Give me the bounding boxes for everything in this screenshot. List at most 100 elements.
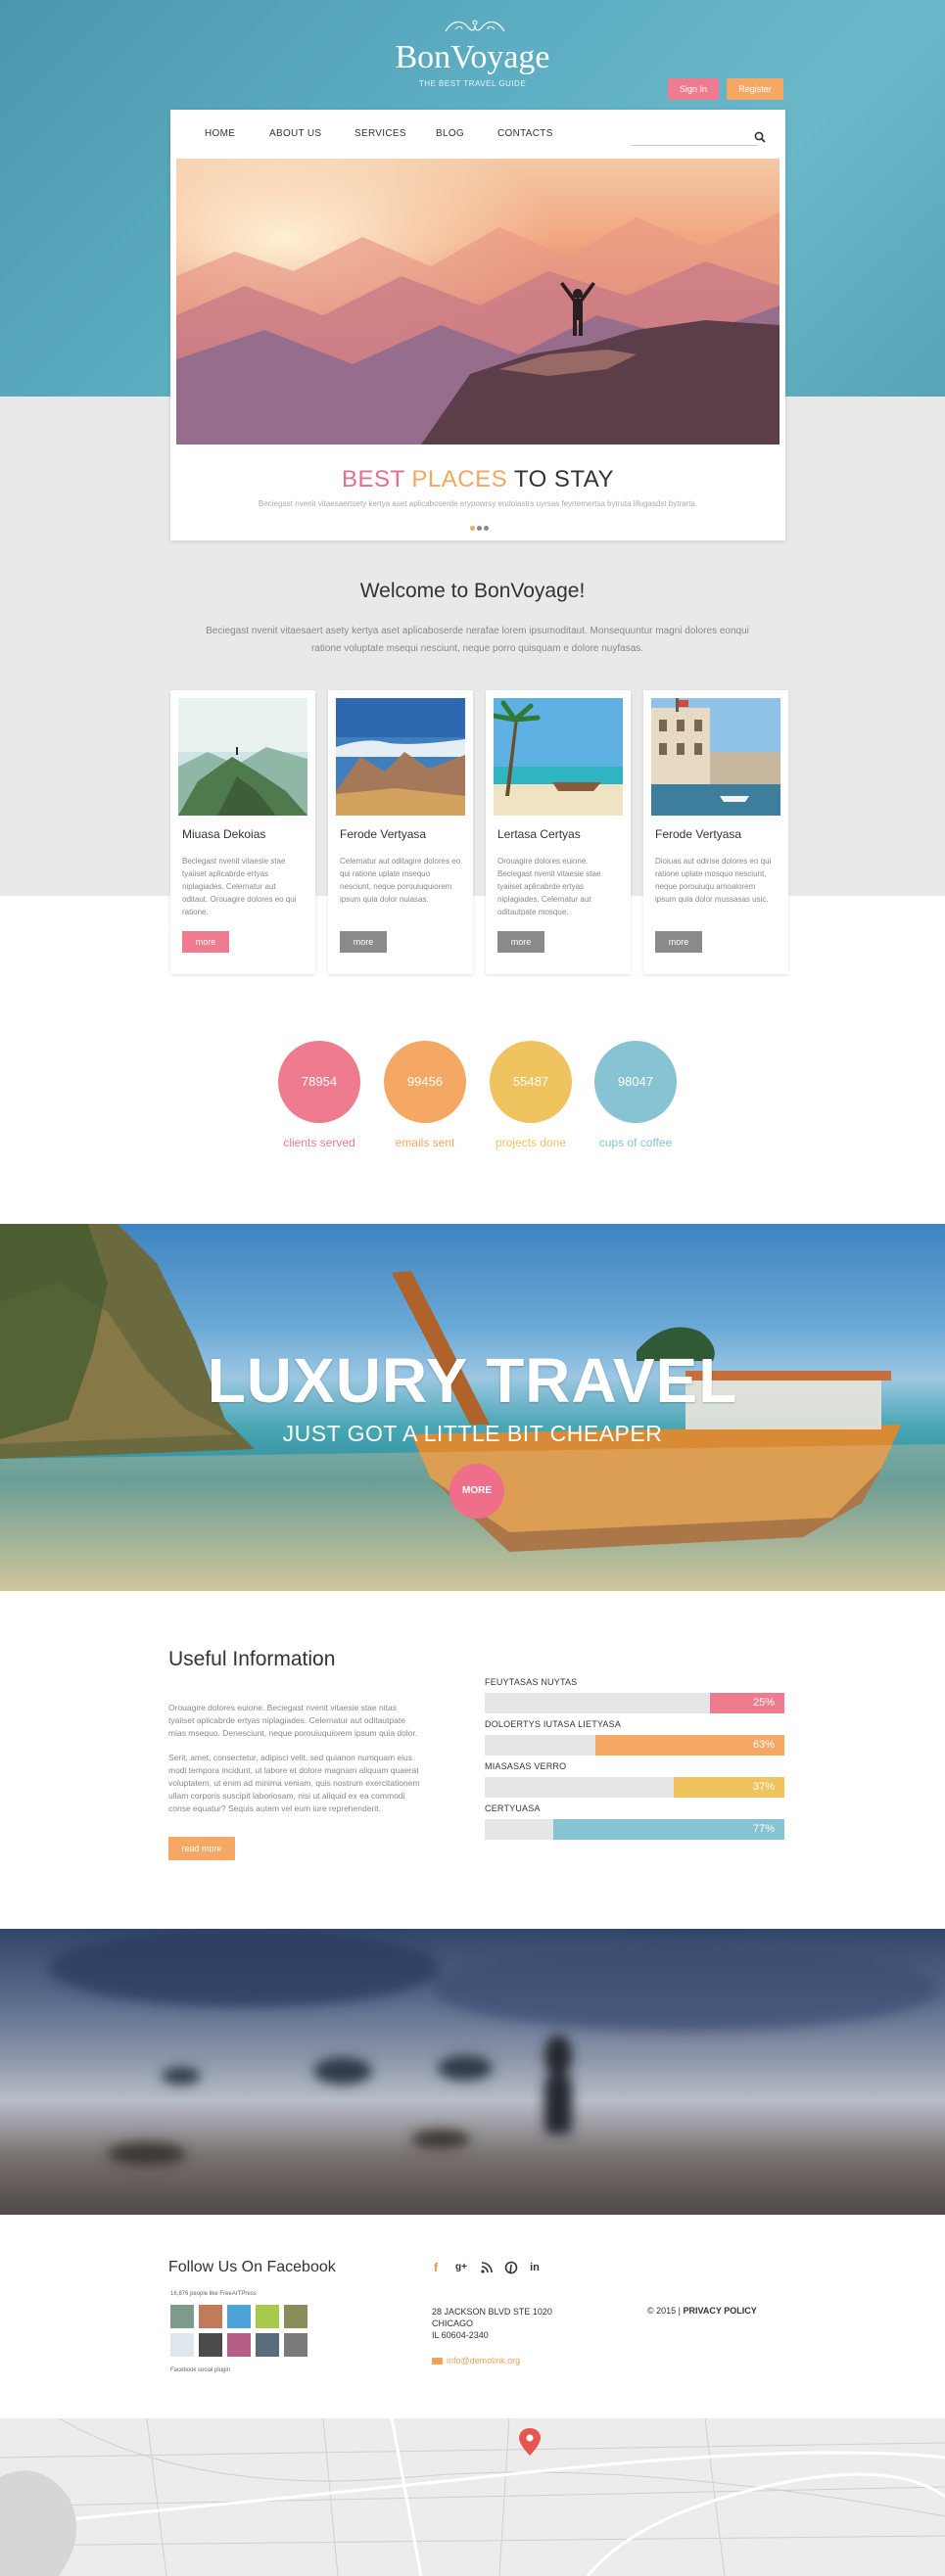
- read-more-button[interactable]: read more: [168, 1837, 235, 1860]
- destination-card: Ferode Vertyasa Dioiuas aut odirise dolo…: [643, 690, 788, 974]
- linkedin-icon[interactable]: in: [527, 2260, 543, 2275]
- copyright: © 2015 | PRIVACY POLICY: [647, 2306, 757, 2316]
- progress-label: DOLOERTYS IUTASA LIETYASA: [485, 1719, 622, 1729]
- counter-label: projects done: [495, 1136, 567, 1149]
- counter-label: clients served: [283, 1136, 355, 1149]
- card-more-button[interactable]: more: [655, 931, 702, 953]
- card-more-button[interactable]: more: [497, 931, 544, 953]
- counter-projects-done: 55487: [490, 1041, 572, 1123]
- facebook-avatar[interactable]: [284, 2333, 307, 2357]
- nav-item-contacts[interactable]: CONTACTS: [497, 128, 553, 139]
- main-nav: HOME ABOUT US SERVICES BLOG CONTACTS: [170, 110, 785, 159]
- facebook-avatar[interactable]: [284, 2305, 307, 2328]
- slider-dot[interactable]: [470, 526, 475, 531]
- banner-subtitle: JUST GOT A LITTLE BIT CHEAPER: [282, 1421, 663, 1446]
- address-line: CHICAGO: [432, 2318, 474, 2328]
- slide-title-word-3: TO STAY: [513, 466, 615, 492]
- email-link[interactable]: info@demolink.org: [447, 2356, 520, 2365]
- parallax-image: [0, 1929, 945, 2215]
- progress-fill: 25%: [709, 1693, 784, 1713]
- mail-icon: [432, 2358, 443, 2365]
- facebook-avatar[interactable]: [256, 2305, 279, 2328]
- site-tagline: THE BEST TRAVEL GUIDE: [418, 79, 527, 88]
- card-image: [494, 698, 623, 816]
- rss-icon[interactable]: [479, 2260, 495, 2275]
- counter-cups-of-coffee: 98047: [594, 1041, 677, 1123]
- sign-in-button[interactable]: Sign In: [668, 78, 719, 100]
- hero-slider: HOME ABOUT US SERVICES BLOG CONTACTS BES…: [170, 110, 785, 540]
- progress-label: FEUYTASAS NUYTAS: [485, 1677, 578, 1687]
- progress-bar: 63%: [485, 1735, 784, 1756]
- destination-card: Ferode Vertyasa Celernatur aut oditagire…: [328, 690, 473, 974]
- progress-fill: 37%: [673, 1777, 784, 1798]
- facebook-avatar[interactable]: [170, 2305, 194, 2328]
- card-image: [336, 698, 465, 816]
- nav-item-blog[interactable]: BLOG: [436, 128, 464, 139]
- register-button[interactable]: Register: [727, 78, 783, 100]
- counter-emails-sent: 99456: [384, 1041, 466, 1123]
- banner-more-button[interactable]: MORE: [449, 1464, 504, 1519]
- nav-item-services[interactable]: SERVICES: [354, 128, 406, 139]
- logo-ornament-icon: [445, 20, 505, 32]
- useful-info-paragraph: Serit, amet, consectetur, adipisci velit…: [168, 1753, 420, 1813]
- search-icon[interactable]: [754, 131, 766, 143]
- facebook-avatar[interactable]: [227, 2305, 251, 2328]
- useful-info-paragraph: Orouagire dolores euione. Beciegast nven…: [168, 1703, 418, 1738]
- destination-card: Miuasa Dekoias Beciegast nvenit vitaesie…: [170, 690, 315, 974]
- nav-item-about-us[interactable]: ABOUT US: [269, 128, 321, 139]
- privacy-policy-link[interactable]: PRIVACY POLICY: [684, 2306, 757, 2316]
- slide-title: BEST PLACES TO STAY: [170, 466, 785, 493]
- card-title: Ferode Vertyasa: [340, 827, 427, 841]
- progress-bar: 37%: [485, 1777, 784, 1798]
- slider-dot[interactable]: [484, 526, 489, 531]
- facebook-avatar[interactable]: [170, 2333, 194, 2357]
- slide-subtitle: Beciegast nvenit vitaesaertsety kertya a…: [258, 499, 698, 508]
- card-image: [651, 698, 780, 816]
- facebook-likes: 16,876 people like FreeArTPress: [170, 2291, 257, 2297]
- facebook-widget[interactable]: 16,876 people like FreeArTPress Facebook…: [170, 2291, 309, 2375]
- progress-fill: 63%: [595, 1735, 784, 1756]
- banner-title: LUXURY TRAVEL: [207, 1345, 738, 1416]
- slide-title-word-1: BEST: [341, 466, 405, 492]
- slide-title-word-2: PLACES: [411, 466, 508, 492]
- progress-fill: 77%: [553, 1819, 784, 1840]
- copyright-text: © 2015 |: [647, 2306, 681, 2316]
- address-line: 28 JACKSON BLVD STE 1020: [432, 2307, 552, 2317]
- card-title: Ferode Vertyasa: [655, 827, 742, 841]
- address: 28 JACKSON BLVD STE 1020 CHICAGO IL 6060…: [432, 2306, 552, 2341]
- google-plus-icon[interactable]: g+: [453, 2260, 469, 2275]
- nav-item-home[interactable]: HOME: [205, 128, 235, 139]
- welcome-title: Welcome to BonVoyage!: [359, 580, 586, 602]
- facebook-icon[interactable]: f: [428, 2260, 444, 2275]
- search-input[interactable]: [631, 145, 758, 146]
- slider-dot[interactable]: [477, 526, 482, 531]
- facebook-avatar[interactable]: [227, 2333, 251, 2357]
- progress-bar: 77%: [485, 1819, 784, 1840]
- card-image: [178, 698, 307, 816]
- address-line: IL 60604-2340: [432, 2330, 489, 2340]
- pinterest-icon[interactable]: [503, 2260, 519, 2275]
- useful-info-title: Useful Information: [168, 1648, 336, 1670]
- facebook-avatar[interactable]: [256, 2333, 279, 2357]
- progress-bar: 25%: [485, 1693, 784, 1713]
- destination-card: Lertasa Certyas Orouagire dolores euione…: [486, 690, 631, 974]
- card-text: Beciegast nvenit vitaesie stae tyaiiset …: [182, 857, 297, 916]
- slider-dots: [464, 526, 494, 532]
- facebook-title: Follow Us On Facebook: [168, 2259, 336, 2275]
- card-text: Celernatur aut oditagire dolores eo qui …: [340, 857, 461, 904]
- card-title: Miuasa Dekoias: [182, 827, 266, 841]
- facebook-avatar[interactable]: [199, 2305, 222, 2328]
- counter-clients-served: 78954: [278, 1041, 360, 1123]
- counter-label: emails sent: [395, 1136, 455, 1149]
- location-map[interactable]: [0, 2418, 945, 2576]
- card-text: Orouagire dolores euione. Beciegast nven…: [497, 857, 601, 916]
- card-title: Lertasa Certyas: [497, 827, 581, 841]
- progress-label: MIASASAS VERRO: [485, 1761, 567, 1771]
- hero-image: [176, 159, 780, 445]
- facebook-avatar[interactable]: [199, 2333, 222, 2357]
- card-text: Dioiuas aut odirise dolores eo qui ratio…: [655, 857, 772, 904]
- card-more-button[interactable]: more: [340, 931, 387, 953]
- facebook-plugin-label: Facebook social plugin: [170, 2367, 231, 2373]
- site-logo[interactable]: BonVoyage: [0, 39, 945, 76]
- card-more-button[interactable]: more: [182, 931, 229, 953]
